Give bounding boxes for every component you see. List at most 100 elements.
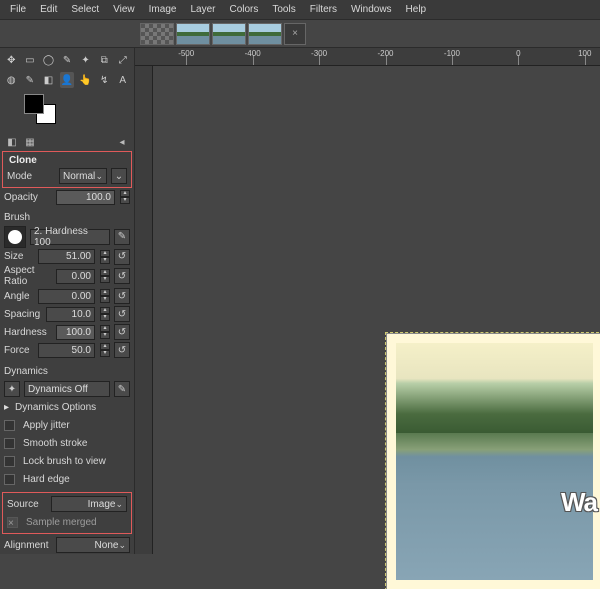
rect-select-icon[interactable]: ▭ [23, 52, 38, 68]
size-label: Size [4, 251, 34, 262]
ruler-tick-label: -400 [245, 49, 261, 58]
smudge-tool-icon[interactable]: 👆 [78, 72, 93, 88]
hardedge-checkbox[interactable] [4, 474, 15, 485]
menu-help[interactable]: Help [400, 2, 433, 17]
move-tool-icon[interactable]: ✥ [4, 52, 19, 68]
hardness-down-icon[interactable]: ▾ [100, 332, 110, 339]
ruler-horizontal: -500-400-300-200-1000100 [135, 48, 600, 66]
path-tool-icon[interactable]: ↯ [97, 72, 112, 88]
dynamics-edit-icon[interactable]: ✎ [114, 381, 130, 397]
tab-close-icon[interactable]: × [284, 23, 306, 45]
hardness-slider[interactable]: 100.0 [56, 325, 95, 340]
source-label: Source [7, 499, 47, 510]
fuzzy-select-icon[interactable]: ✦ [78, 52, 93, 68]
ruler-tick-label: -300 [311, 49, 327, 58]
bucket-tool-icon[interactable]: ◍ [4, 72, 19, 88]
brush-name-field[interactable]: 2. Hardness 100 [30, 229, 110, 245]
smooth-checkbox[interactable] [4, 438, 15, 449]
mode-label: Mode [7, 171, 55, 182]
spacing-down-icon[interactable]: ▾ [100, 314, 110, 321]
aspect-up-icon[interactable]: ▴ [100, 269, 110, 276]
menu-layer[interactable]: Layer [184, 2, 221, 17]
force-slider[interactable]: 50.0 [38, 343, 95, 358]
menu-colors[interactable]: Colors [223, 2, 264, 17]
dynamics-dropdown[interactable]: Dynamics Off [24, 381, 110, 397]
aspect-reset-icon[interactable]: ↺ [114, 268, 130, 284]
ruler-tick-label: -100 [444, 49, 460, 58]
menu-file[interactable]: File [4, 2, 32, 17]
angle-slider[interactable]: 0.00 [38, 289, 95, 304]
jitter-checkbox[interactable] [4, 420, 15, 431]
text-tool-icon[interactable]: A [115, 72, 130, 88]
hardedge-label: Hard edge [23, 474, 130, 485]
canvas-area[interactable]: -500-400-300-200-1000100 Wa [135, 48, 600, 554]
brush-edit-icon[interactable]: ✎ [114, 229, 130, 245]
angle-up-icon[interactable]: ▴ [100, 289, 110, 296]
alignment-dropdown[interactable]: None ⌄ [56, 537, 130, 553]
ruler-tick-label: -200 [377, 49, 393, 58]
angle-down-icon[interactable]: ▾ [100, 296, 110, 303]
size-reset-icon[interactable]: ↺ [114, 249, 130, 265]
mode-menu-icon[interactable]: ⌄ [111, 168, 127, 184]
opacity-label: Opacity [4, 192, 52, 203]
size-down-icon[interactable]: ▾ [100, 257, 110, 264]
dynamics-icon[interactable]: ✦ [4, 381, 20, 397]
ellipse-select-icon[interactable]: ◯ [41, 52, 56, 68]
menu-image[interactable]: Image [143, 2, 183, 17]
spacing-up-icon[interactable]: ▴ [100, 307, 110, 314]
mode-dropdown[interactable]: Normal ⌄ [59, 168, 107, 184]
image-tabs: × [0, 20, 600, 48]
clone-tool-icon[interactable]: 👤 [60, 72, 75, 88]
transform-tool-icon[interactable]: ⤢ [115, 52, 130, 68]
force-reset-icon[interactable]: ↺ [114, 342, 130, 358]
opacity-up-icon[interactable]: ▴ [120, 190, 130, 197]
force-down-icon[interactable]: ▾ [100, 350, 110, 357]
menu-view[interactable]: View [107, 2, 141, 17]
hardness-reset-icon[interactable]: ↺ [114, 324, 130, 340]
opacity-slider[interactable]: 100.0 [56, 190, 115, 205]
size-slider[interactable]: 51.00 [38, 249, 95, 264]
chevron-down-icon: ⌄ [118, 540, 126, 551]
fg-color-swatch[interactable] [24, 94, 44, 114]
force-up-icon[interactable]: ▴ [100, 343, 110, 350]
tool-options-tab-icon[interactable]: ◧ [6, 136, 18, 148]
sample-merged-checkbox[interactable]: × [7, 517, 18, 528]
tab-thumb-image-1[interactable] [176, 23, 210, 45]
aspect-label: Aspect Ratio [4, 265, 52, 287]
sample-merged-label: Sample merged [26, 517, 127, 528]
image-frame[interactable]: Wa [387, 334, 600, 589]
device-status-tab-icon[interactable]: ▦ [24, 136, 36, 148]
menu-filters[interactable]: Filters [304, 2, 343, 17]
tab-menu-icon[interactable]: ◂ [116, 136, 128, 148]
tab-thumb-image-3[interactable] [248, 23, 282, 45]
free-select-icon[interactable]: ✎ [60, 52, 75, 68]
menu-bar: FileEditSelectViewImageLayerColorsToolsF… [0, 0, 600, 20]
aspect-slider[interactable]: 0.00 [56, 269, 95, 284]
tab-thumb-checker[interactable] [140, 23, 174, 45]
dynamics-options-toggle-icon[interactable]: ▸ [4, 402, 9, 413]
menu-tools[interactable]: Tools [266, 2, 301, 17]
aspect-down-icon[interactable]: ▾ [100, 276, 110, 283]
tab-thumb-image-2[interactable] [212, 23, 246, 45]
crop-tool-icon[interactable]: ⧉ [97, 52, 112, 68]
menu-edit[interactable]: Edit [34, 2, 63, 17]
spacing-slider[interactable]: 10.0 [46, 307, 95, 322]
fg-bg-swatches[interactable] [24, 94, 64, 130]
eraser-tool-icon[interactable]: ◧ [41, 72, 56, 88]
hardness-up-icon[interactable]: ▴ [100, 325, 110, 332]
chevron-down-icon: ⌄ [115, 499, 123, 510]
force-label: Force [4, 345, 34, 356]
opacity-down-icon[interactable]: ▾ [120, 197, 130, 204]
size-up-icon[interactable]: ▴ [100, 250, 110, 257]
source-dropdown[interactable]: Image ⌄ [51, 496, 127, 512]
spacing-reset-icon[interactable]: ↺ [114, 306, 130, 322]
menu-select[interactable]: Select [65, 2, 105, 17]
angle-reset-icon[interactable]: ↺ [114, 288, 130, 304]
brush-preview-icon[interactable] [4, 226, 26, 248]
spacing-label: Spacing [4, 309, 42, 320]
dynamics-label: Dynamics [4, 366, 48, 377]
pencil-tool-icon[interactable]: ✎ [23, 72, 38, 88]
dynamics-options-label[interactable]: Dynamics Options [15, 402, 130, 413]
lock-checkbox[interactable] [4, 456, 15, 467]
menu-windows[interactable]: Windows [345, 2, 398, 17]
